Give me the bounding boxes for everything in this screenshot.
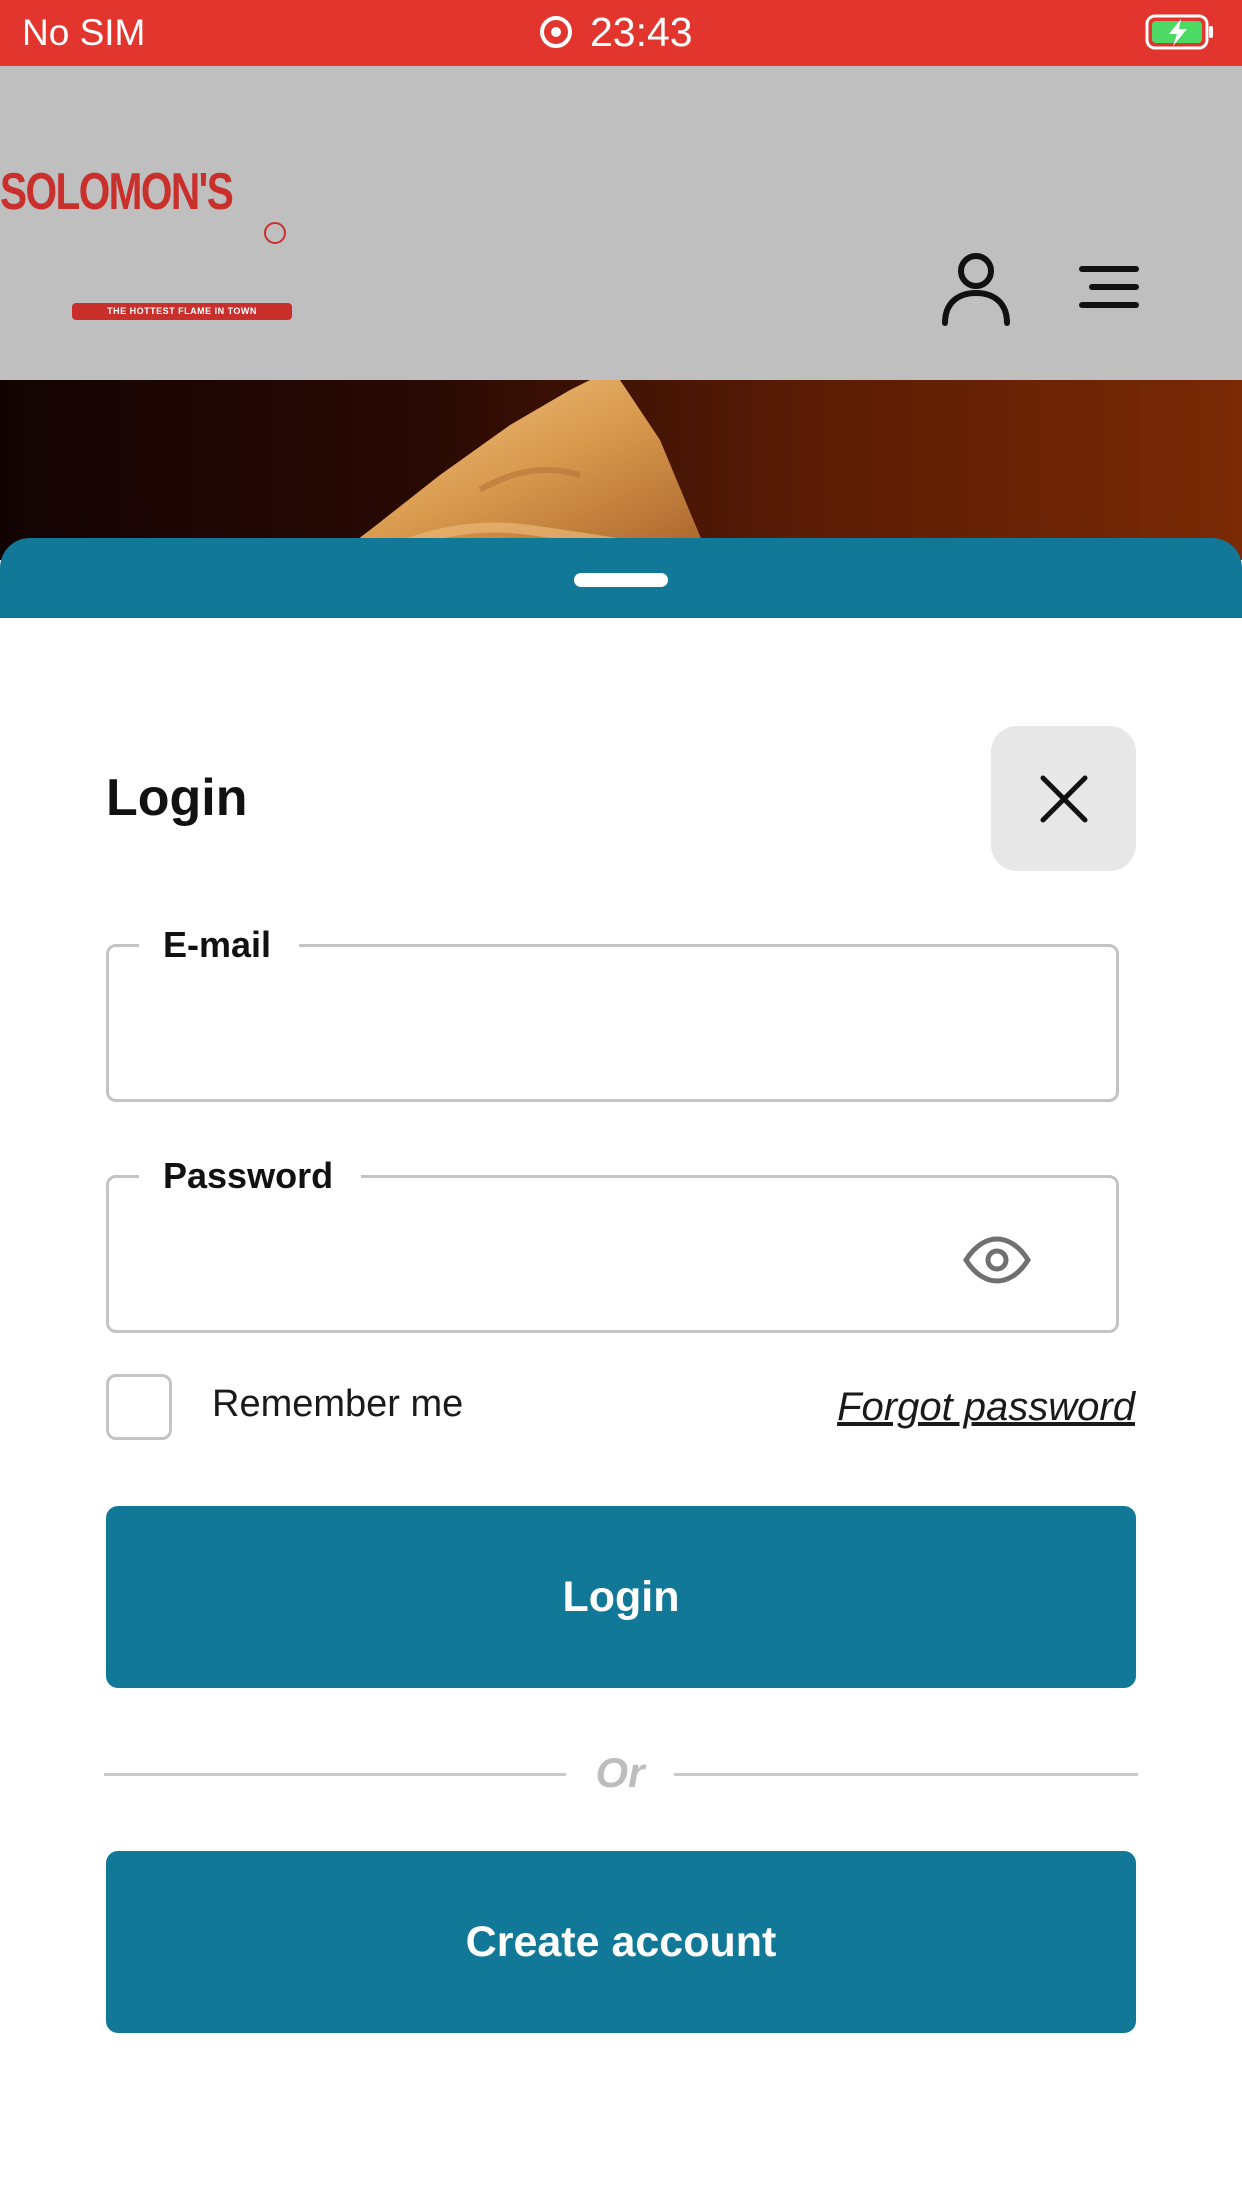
forgot-password-link[interactable]: Forgot password: [837, 1384, 1135, 1430]
email-input[interactable]: [139, 987, 999, 1057]
page-title: Login: [106, 769, 248, 827]
app-header: SOLOMON'S THE HOTTEST FLAME IN TOWN: [0, 66, 1242, 380]
close-button[interactable]: [991, 726, 1136, 871]
menu-icon[interactable]: [1078, 264, 1140, 310]
carrier-label: No SIM: [22, 12, 146, 53]
password-field[interactable]: Password: [106, 1150, 1119, 1333]
eye-icon[interactable]: [962, 1236, 1032, 1284]
email-label: E-mail: [139, 919, 300, 971]
hero-banner: [0, 380, 1242, 560]
sheet-drag-handle[interactable]: [574, 573, 668, 587]
logo-wordmark: SOLOMON'S: [0, 163, 234, 221]
user-icon[interactable]: [940, 251, 1012, 327]
logo-badge-icon: [264, 222, 286, 244]
divider-line-right: [674, 1773, 1138, 1776]
close-icon: [1040, 775, 1087, 822]
logo-tagline: THE HOTTEST FLAME IN TOWN: [72, 303, 292, 320]
divider-line-left: [104, 1773, 566, 1776]
password-input[interactable]: [139, 1218, 999, 1288]
email-field[interactable]: E-mail: [106, 919, 1119, 1102]
status-clock: 23:43: [540, 10, 693, 54]
status-time: 23:43: [590, 9, 693, 55]
password-label: Password: [139, 1150, 362, 1202]
battery-charging-icon: [1145, 14, 1213, 50]
login-button[interactable]: Login: [106, 1506, 1136, 1688]
remember-me-label[interactable]: Remember me: [212, 1382, 463, 1426]
or-divider-label: Or: [595, 1749, 645, 1796]
remember-me-checkbox[interactable]: [106, 1374, 172, 1440]
screen-recording-icon: [540, 16, 572, 48]
create-account-button[interactable]: Create account: [106, 1851, 1136, 2033]
status-bar: No SIM 23:43: [0, 0, 1242, 66]
food-image: [330, 380, 710, 560]
